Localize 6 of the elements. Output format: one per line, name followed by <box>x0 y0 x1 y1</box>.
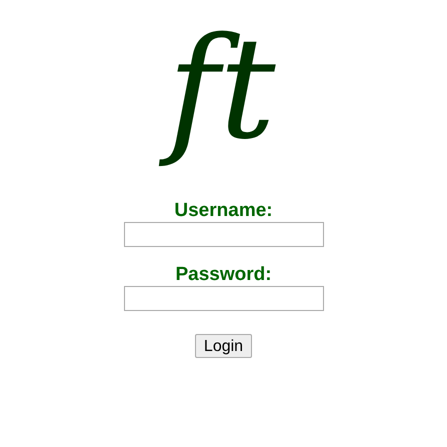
field-label: Password: <box>175 264 272 286</box>
login-button[interactable]: Login <box>194 334 252 358</box>
logo: ft <box>149 2 298 182</box>
field-label: Username: <box>174 200 273 222</box>
input-field[interactable] <box>124 222 324 247</box>
input-field[interactable] <box>124 286 324 311</box>
